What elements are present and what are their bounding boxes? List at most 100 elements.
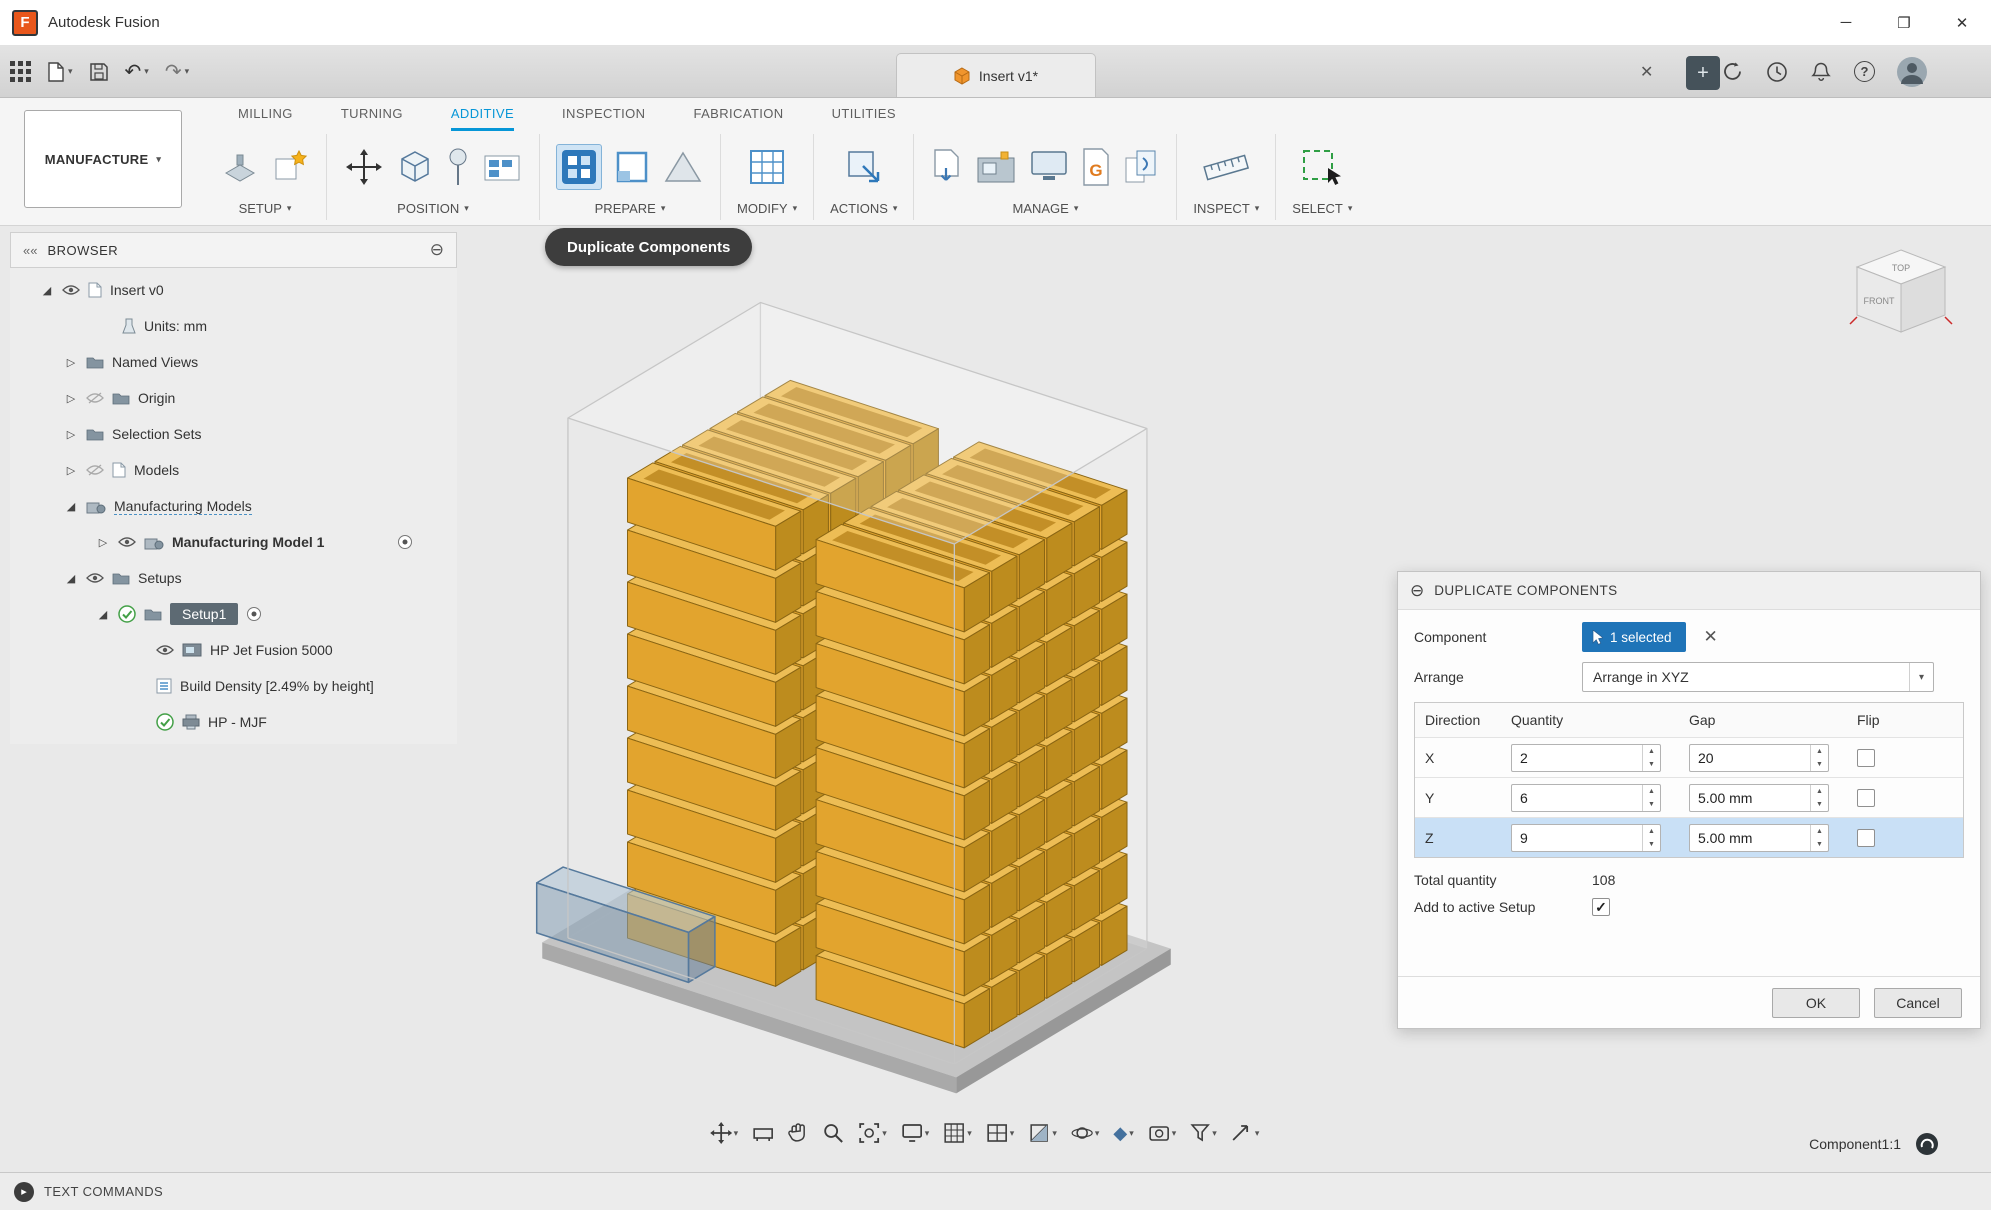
job-status-icon[interactable] [1721,60,1744,83]
minimize-panel-icon[interactable]: ⊖ [430,240,444,260]
tree-item-manufacturing-models[interactable]: ◢ Manufacturing Models [10,488,457,524]
new-setup-icon[interactable] [220,147,260,187]
quantity-x-input[interactable] [1511,744,1661,772]
row-x[interactable]: X ▲▼ ▲▼ [1415,737,1963,777]
collapse-panel-icon[interactable]: «« [23,243,37,258]
group-label-setup[interactable]: SETUP▾ [239,201,292,216]
gap-z-input[interactable] [1689,824,1829,852]
group-label-position[interactable]: POSITION▾ [397,201,469,216]
lattice-icon[interactable] [746,146,788,188]
stepper[interactable]: ▲▼ [1810,785,1828,811]
measure-icon[interactable] [1201,146,1251,188]
gap-y-input[interactable] [1689,784,1829,812]
undo-button[interactable]: ↶▾ [125,62,149,82]
expander-closed-icon[interactable]: ▷ [64,464,78,477]
group-label-actions[interactable]: ACTIONS▾ [830,201,897,216]
collapse-dialog-icon[interactable]: ⊖ [1410,581,1424,601]
zoom-button[interactable] [822,1122,844,1144]
stepper[interactable]: ▲▼ [1642,745,1660,771]
group-label-prepare[interactable]: PREPARE▾ [595,201,666,216]
stepper[interactable]: ▲▼ [1642,825,1660,851]
redo-button[interactable]: ↷▾ [165,62,189,82]
tree-item-units[interactable]: Units: mm [10,308,457,344]
eye-off-icon[interactable] [86,464,104,476]
grid-snaps-button[interactable]: ▾ [943,1122,972,1144]
tab-fabrication[interactable]: FABRICATION [693,106,783,131]
bell-icon[interactable] [1810,61,1832,83]
group-label-modify[interactable]: MODIFY▾ [737,201,797,216]
quantity-y-input[interactable] [1511,784,1661,812]
eye-icon[interactable] [118,536,136,548]
tab-turning[interactable]: TURNING [341,106,403,131]
expander-closed-icon[interactable]: ▷ [64,392,78,405]
section-button[interactable]: ▾ [1028,1122,1057,1144]
tree-item-machine[interactable]: HP Jet Fusion 5000 [10,632,457,668]
expander-open-icon[interactable]: ◢ [40,284,54,297]
expander-open-icon[interactable]: ◢ [64,500,78,513]
file-menu-button[interactable]: ▾ [47,62,73,82]
gap-x-input[interactable] [1689,744,1829,772]
avatar[interactable] [1897,57,1927,87]
eye-icon[interactable] [86,572,104,584]
flip-z-checkbox[interactable] [1857,829,1875,847]
expander-open-icon[interactable]: ◢ [64,572,78,585]
maximize-button[interactable]: ❐ [1875,0,1933,45]
group-label-manage[interactable]: MANAGE▾ [1012,201,1078,216]
new-folder-star-icon[interactable] [270,147,310,187]
expander-open-icon[interactable]: ◢ [96,608,110,621]
app-grid-icon[interactable] [10,61,31,82]
tab-inspection[interactable]: INSPECTION [562,106,645,131]
flip-y-checkbox[interactable] [1857,789,1875,807]
tree-item-setup1[interactable]: ◢ Setup1 [10,596,457,632]
tab-milling[interactable]: MILLING [238,106,293,131]
pan-button[interactable] [788,1122,808,1144]
duplicate-components-button[interactable] [556,144,602,190]
tree-item-build-density[interactable]: Build Density [2.49% by height] [10,668,457,704]
clearance-ball-icon[interactable] [445,147,471,187]
viewport-3d-scene[interactable] [500,295,1220,1105]
orient-face-icon[interactable] [612,147,652,187]
generate-icon[interactable] [843,146,885,188]
fit-button[interactable]: ▾ [858,1122,887,1144]
display-settings-button[interactable]: ▾ [901,1123,930,1143]
quantity-z-input[interactable] [1511,824,1661,852]
activate-radio[interactable] [246,606,262,622]
select-box-icon[interactable] [1299,146,1345,188]
eye-off-icon[interactable] [86,392,104,404]
save-button[interactable] [89,62,109,82]
tree-item-models[interactable]: ▷ Models [10,452,457,488]
tree-item-hp-mjf[interactable]: HP - MJF [10,704,457,740]
stepper[interactable]: ▲▼ [1810,825,1828,851]
move-components-icon[interactable] [343,146,385,188]
appearance-button[interactable]: ◆▾ [1113,1124,1133,1142]
view-cube[interactable]: TOP FRONT [1849,244,1953,349]
add-to-setup-checkbox[interactable]: ✓ [1592,898,1610,916]
close-button[interactable]: ✕ [1933,0,1991,45]
capture-button[interactable]: ▾ [1148,1123,1177,1143]
arrange-select[interactable]: Arrange in XYZ ▾ [1582,662,1934,692]
expander-closed-icon[interactable]: ▷ [64,356,78,369]
cancel-button[interactable]: Cancel [1874,988,1962,1018]
eye-icon[interactable] [62,284,80,296]
a360-icon[interactable] [1915,1132,1939,1161]
clear-selection-icon[interactable]: ✕ [1704,627,1718,647]
transform-button[interactable]: ▾ [710,1122,739,1144]
arrange-icon[interactable] [395,147,435,187]
dialog-header[interactable]: ⊖ DUPLICATE COMPONENTS [1398,572,1980,610]
close-tab-icon[interactable]: ✕ [1640,62,1653,82]
filter-button[interactable]: ▾ [1190,1123,1217,1143]
marker-button[interactable]: ▾ [1231,1123,1260,1143]
tree-item-named-views[interactable]: ▷ Named Views [10,344,457,380]
tree-item-selection-sets[interactable]: ▷ Selection Sets [10,416,457,452]
workspace-selector[interactable]: MANUFACTURE ▾ [24,110,182,208]
minimize-button[interactable]: ─ [1817,0,1875,45]
new-tab-button[interactable]: + [1686,56,1720,90]
support-icon[interactable] [662,147,704,187]
compare-icon[interactable] [1122,146,1160,188]
platform-layout-icon[interactable] [481,146,523,188]
clock-icon[interactable] [1766,61,1788,83]
help-icon[interactable]: ? [1854,61,1875,82]
text-commands-icon[interactable]: ▸ [14,1182,34,1202]
selection-badge[interactable]: 1 selected [1582,622,1686,652]
tree-item-setups[interactable]: ◢ Setups [10,560,457,596]
